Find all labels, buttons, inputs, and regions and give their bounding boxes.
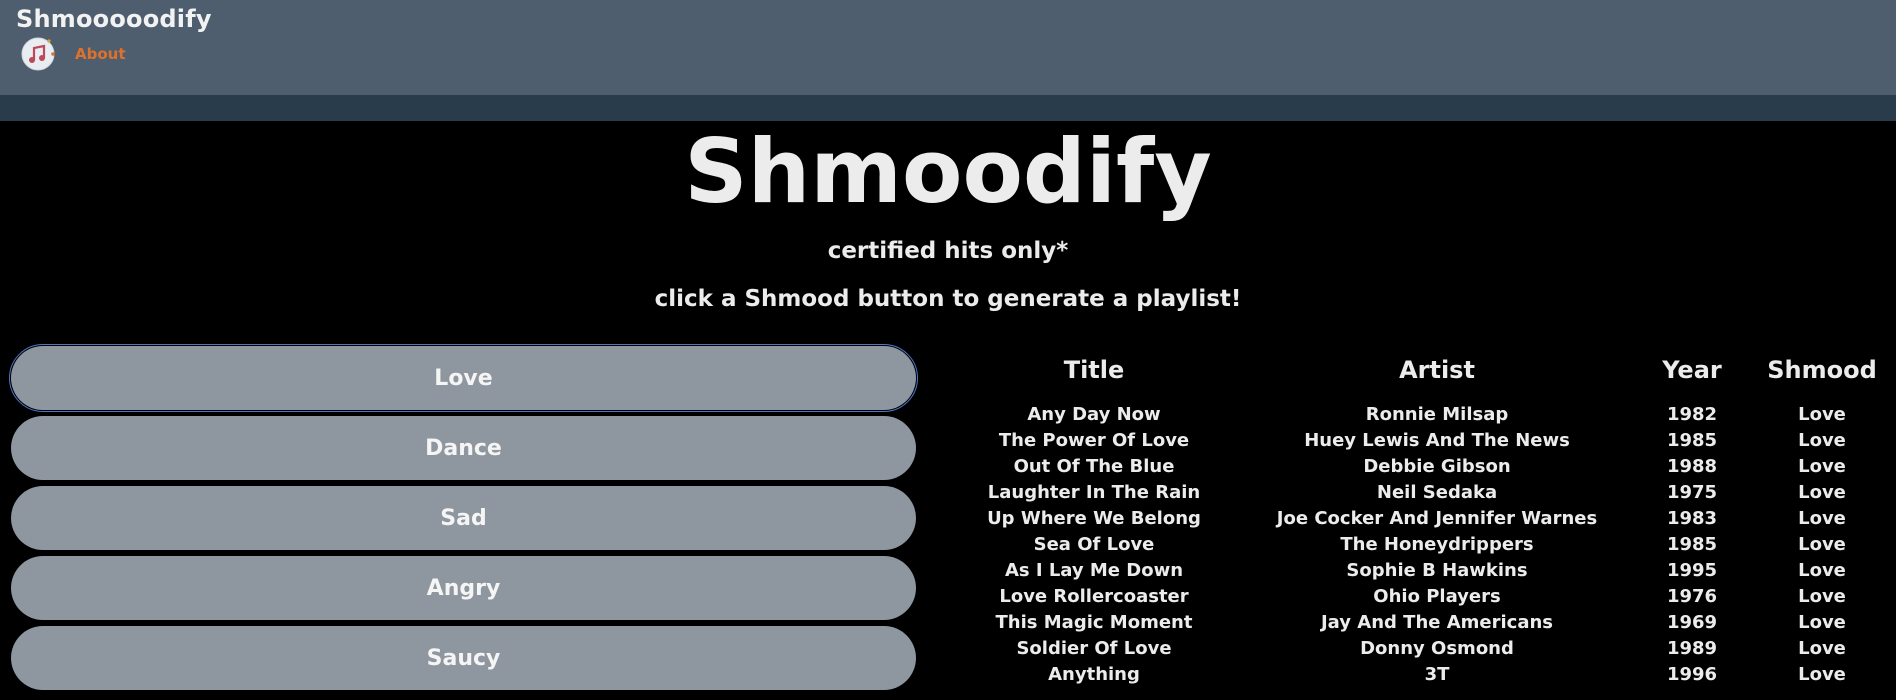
- artist-cell: 3T: [1424, 664, 1450, 685]
- year-cell: 1988: [1666, 456, 1718, 477]
- tagline: certified hits only*: [827, 238, 1069, 264]
- song-title-cell: Laughter In The Rain: [987, 482, 1201, 503]
- shmood-cell: Love: [1798, 664, 1846, 685]
- song-title-cell: Love Rollercoaster: [999, 586, 1189, 607]
- song-title-cell: Soldier Of Love: [1016, 638, 1172, 659]
- artist-cell: Ronnie Milsap: [1365, 404, 1509, 425]
- song-title-cell: Up Where We Belong: [987, 508, 1201, 529]
- shmood-cell: Love: [1798, 586, 1846, 607]
- playlist-header-row: Title Artist Year Shmood: [960, 352, 1896, 404]
- table-row: Any Day Now Ronnie Milsap 1982 Love: [960, 404, 1896, 430]
- year-cell: 1976: [1666, 586, 1718, 607]
- shmood-button-saucy[interactable]: Saucy: [11, 626, 916, 690]
- table-row: Laughter In The Rain Neil Sedaka 1975 Love: [960, 482, 1896, 508]
- navbar-underline-strip: [0, 95, 1896, 121]
- artist-cell: Huey Lewis And The News: [1304, 430, 1570, 451]
- shmood-cell: Love: [1798, 404, 1846, 425]
- artist-cell: Ohio Players: [1373, 586, 1501, 607]
- shmood-cell: Love: [1798, 482, 1846, 503]
- table-row: As I Lay Me Down Sophie B Hawkins 1995 Love: [960, 560, 1896, 586]
- shmood-cell: Love: [1798, 534, 1846, 555]
- artist-cell: Neil Sedaka: [1376, 482, 1498, 503]
- year-cell: 1989: [1666, 638, 1718, 659]
- column-header-shmood: Shmood: [1767, 356, 1877, 384]
- shmood-button-sad[interactable]: Sad: [11, 486, 916, 550]
- song-title-cell: The Power Of Love: [998, 430, 1190, 451]
- top-navbar: Shmooooodify About: [0, 0, 1896, 95]
- music-note-logo-icon[interactable]: [20, 36, 56, 72]
- shmood-button-love[interactable]: Love: [9, 344, 918, 412]
- year-cell: 1995: [1666, 560, 1718, 581]
- shmood-cell: Love: [1798, 456, 1846, 477]
- table-row: Sea Of Love The Honeydrippers 1985 Love: [960, 534, 1896, 560]
- song-title-cell: As I Lay Me Down: [1004, 560, 1184, 581]
- shmood-cell: Love: [1798, 560, 1846, 581]
- song-title-cell: This Magic Moment: [995, 612, 1193, 633]
- song-title-cell: Any Day Now: [1027, 404, 1161, 425]
- column-header-year: Year: [1662, 356, 1722, 384]
- playlist-table: Title Artist Year Shmood Any Day Now Ronn…: [960, 352, 1896, 690]
- table-row: Soldier Of Love Donny Osmond 1989 Love: [960, 638, 1896, 664]
- table-row: Out Of The Blue Debbie Gibson 1988 Love: [960, 456, 1896, 482]
- table-row: This Magic Moment Jay And The Americans 19…: [960, 612, 1896, 638]
- year-cell: 1996: [1666, 664, 1718, 685]
- song-title-cell: Sea Of Love: [1033, 534, 1155, 555]
- column-header-artist: Artist: [1399, 356, 1475, 384]
- year-cell: 1975: [1666, 482, 1718, 503]
- column-header-title: Title: [1063, 356, 1125, 384]
- year-cell: 1969: [1666, 612, 1718, 633]
- about-link[interactable]: About: [75, 45, 126, 63]
- artist-cell: Joe Cocker And Jennifer Warnes: [1276, 508, 1598, 529]
- table-row: The Power Of Love Huey Lewis And The News…: [960, 430, 1896, 456]
- shmood-button-dance[interactable]: Dance: [11, 416, 916, 480]
- year-cell: 1985: [1666, 534, 1718, 555]
- artist-cell: Jay And The Americans: [1320, 612, 1554, 633]
- shmood-cell: Love: [1798, 638, 1846, 659]
- artist-cell: The Honeydrippers: [1340, 534, 1534, 555]
- playlist-rows: Any Day Now Ronnie Milsap 1982 Love The Powe…: [960, 404, 1896, 690]
- shmood-button-list: Love Dance Sad Angry Saucy: [9, 344, 918, 696]
- year-cell: 1985: [1666, 430, 1718, 451]
- year-cell: 1983: [1666, 508, 1718, 529]
- artist-cell: Debbie Gibson: [1363, 456, 1511, 477]
- year-cell: 1982: [1666, 404, 1718, 425]
- table-row: Love Rollercoaster Ohio Players 1976 Love: [960, 586, 1896, 612]
- shmood-cell: Love: [1798, 612, 1846, 633]
- song-title-cell: Out Of The Blue: [1013, 456, 1175, 477]
- page-title: Shmoodify: [684, 120, 1212, 223]
- table-row: Anything 3T 1996 Love: [960, 664, 1896, 690]
- instruction-text: click a Shmood button to generate a play…: [654, 286, 1242, 312]
- table-row: Up Where We Belong Joe Cocker And Jennife…: [960, 508, 1896, 534]
- artist-cell: Sophie B Hawkins: [1346, 560, 1528, 581]
- shmood-cell: Love: [1798, 508, 1846, 529]
- song-title-cell: Anything: [1048, 664, 1140, 685]
- shmood-button-angry[interactable]: Angry: [11, 556, 916, 620]
- brand-title[interactable]: Shmooooodify: [16, 5, 212, 33]
- artist-cell: Donny Osmond: [1360, 638, 1514, 659]
- shmood-cell: Love: [1798, 430, 1846, 451]
